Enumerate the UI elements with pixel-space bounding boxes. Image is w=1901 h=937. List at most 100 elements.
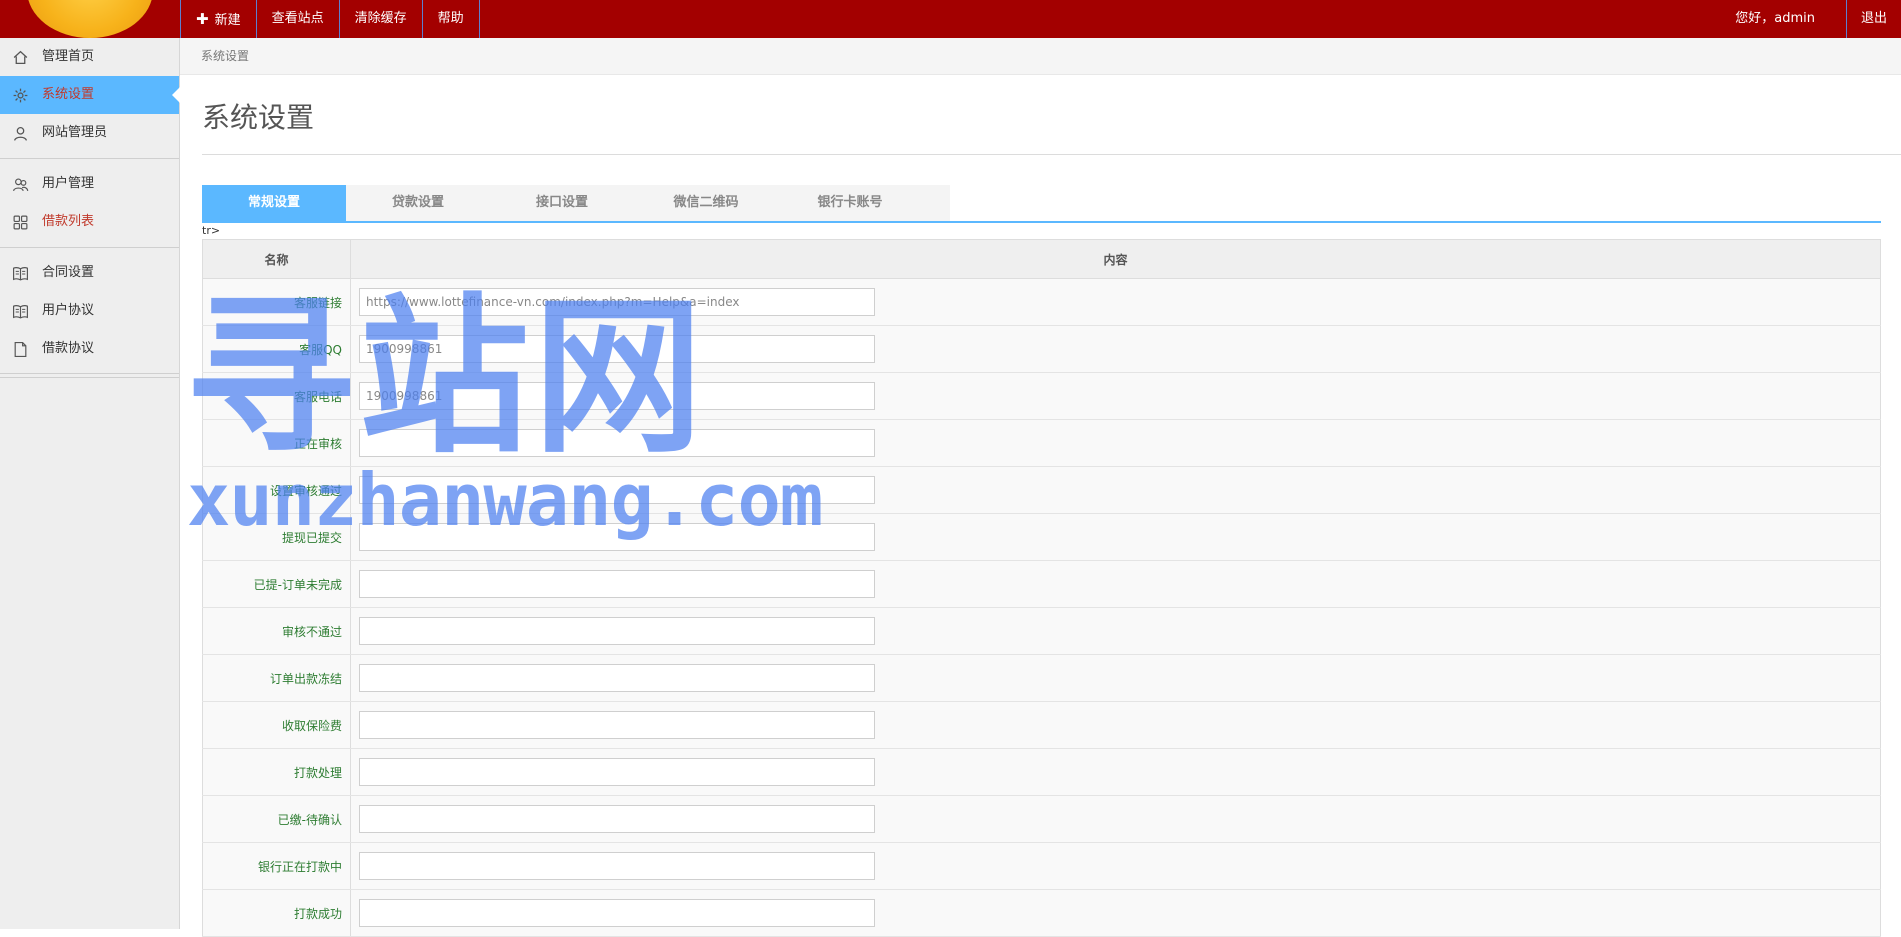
plus-icon: ✚ [196, 10, 209, 28]
sidebar-item-site-admins[interactable]: 网站管理员 [0, 114, 179, 152]
table-row: 打款处理 [202, 748, 1881, 796]
sidebar-group-users: 用户管理 借款列表 [0, 159, 179, 248]
setting-input[interactable] [359, 711, 875, 739]
row-label: 审核不通过 [202, 607, 351, 655]
new-button-label: 新建 [214, 13, 241, 28]
table-row: 已缴-待确认 [202, 795, 1881, 843]
logo [0, 0, 180, 38]
clear-cache-button[interactable]: 清除缓存 [340, 0, 423, 38]
sidebar-item-home[interactable]: 管理首页 [0, 38, 179, 76]
sidebar-group-contracts: 合同设置 用户协议 借款协议 [0, 248, 179, 374]
table-header-row: 名称 内容 [202, 239, 1881, 279]
row-value-cell [350, 372, 1881, 420]
settings-table: 名称 内容 客服链接客服QQ客服电话正在审核设置审核通过提现已提交已提-订单未完… [202, 239, 1881, 937]
logo-sun [27, 0, 153, 38]
book-icon [12, 265, 29, 282]
new-button[interactable]: ✚ 新建 [181, 0, 257, 38]
user-greeting: 您好，admin [1735, 11, 1815, 26]
column-header-content: 内容 [350, 239, 1881, 279]
setting-input[interactable] [359, 758, 875, 786]
table-row: 提现已提交 [202, 513, 1881, 561]
page-title: 系统设置 [202, 101, 315, 134]
sidebar-divider [0, 374, 179, 378]
sidebar-item-label: 借款列表 [42, 214, 95, 229]
table-row: 打款成功 [202, 889, 1881, 937]
row-label: 已缴-待确认 [202, 795, 351, 843]
row-value-cell [350, 795, 1881, 843]
sidebar-item-label: 合同设置 [42, 265, 95, 280]
sidebar-item-contract-settings[interactable]: 合同设置 [0, 254, 179, 292]
setting-input[interactable] [359, 382, 875, 410]
setting-input[interactable] [359, 617, 875, 645]
sidebar-item-label: 系统设置 [42, 87, 95, 102]
setting-input[interactable] [359, 429, 875, 457]
table-row: 收取保险费 [202, 701, 1881, 749]
help-label: 帮助 [437, 11, 464, 26]
row-value-cell [350, 701, 1881, 749]
view-site-label: 查看站点 [271, 11, 324, 26]
setting-input[interactable] [359, 852, 875, 880]
setting-input[interactable] [359, 476, 875, 504]
sidebar-item-user-agreement[interactable]: 用户协议 [0, 292, 179, 330]
sidebar-item-label: 用户协议 [42, 303, 95, 318]
setting-input[interactable] [359, 899, 875, 927]
sidebar-item-user-management[interactable]: 用户管理 [0, 165, 179, 203]
row-value-cell [350, 748, 1881, 796]
row-label: 打款处理 [202, 748, 351, 796]
table-row: 订单出款冻结 [202, 654, 1881, 702]
table-row: 客服电话 [202, 372, 1881, 420]
tab-strip: 常规设置 贷款设置 接口设置 微信二维码 银行卡账号 [202, 185, 950, 221]
row-value-cell [350, 419, 1881, 467]
row-label: 提现已提交 [202, 513, 351, 561]
gear-icon [12, 87, 29, 104]
top-bar: ✚ 新建 查看站点 清除缓存 帮助 您好，admin 退出 [0, 0, 1901, 38]
row-value-cell [350, 278, 1881, 326]
help-button[interactable]: 帮助 [423, 0, 480, 38]
tab-general-settings[interactable]: 常规设置 [202, 185, 346, 221]
setting-input[interactable] [359, 570, 875, 598]
row-label: 正在审核 [202, 419, 351, 467]
table-row: 设置审核通过 [202, 466, 1881, 514]
table-row: 审核不通过 [202, 607, 1881, 655]
grid-icon [12, 214, 29, 231]
stray-text: tr> [202, 224, 221, 237]
settings-table-wrap: 名称 内容 客服链接客服QQ客服电话正在审核设置审核通过提现已提交已提-订单未完… [202, 239, 1881, 937]
row-value-cell [350, 466, 1881, 514]
sidebar-item-label: 借款协议 [42, 341, 95, 356]
setting-input[interactable] [359, 288, 875, 316]
row-value-cell [350, 607, 1881, 655]
document-icon [12, 341, 29, 358]
setting-input[interactable] [359, 805, 875, 833]
row-value-cell [350, 560, 1881, 608]
row-label: 已提-订单未完成 [202, 560, 351, 608]
setting-input[interactable] [359, 664, 875, 692]
sidebar-item-label: 网站管理员 [42, 125, 108, 140]
table-row: 正在审核 [202, 419, 1881, 467]
column-header-name: 名称 [202, 239, 351, 279]
sidebar-group-system: 管理首页 系统设置 网站管理员 [0, 38, 180, 159]
sidebar-item-system-settings[interactable]: 系统设置 [0, 76, 180, 114]
row-label: 银行正在打款中 [202, 842, 351, 890]
tab-api-settings[interactable]: 接口设置 [490, 185, 634, 221]
table-row: 银行正在打款中 [202, 842, 1881, 890]
row-label: 收取保险费 [202, 701, 351, 749]
main-content: 系统设置 系统设置 常规设置 贷款设置 接口设置 微信二维码 银行卡账号 tr>… [180, 38, 1901, 937]
title-divider [202, 154, 1901, 155]
row-value-cell [350, 842, 1881, 890]
tab-loan-settings[interactable]: 贷款设置 [346, 185, 490, 221]
view-site-button[interactable]: 查看站点 [257, 0, 340, 38]
breadcrumb: 系统设置 [180, 38, 1901, 75]
sidebar-item-loan-agreement[interactable]: 借款协议 [0, 330, 179, 368]
book-icon [12, 303, 29, 320]
user-icon [12, 125, 29, 142]
tab-bank-account[interactable]: 银行卡账号 [778, 185, 922, 221]
row-label: 客服链接 [202, 278, 351, 326]
tab-wechat-qrcode[interactable]: 微信二维码 [634, 185, 778, 221]
setting-input[interactable] [359, 523, 875, 551]
sidebar-item-loan-list[interactable]: 借款列表 [0, 203, 179, 241]
row-label: 设置审核通过 [202, 466, 351, 514]
logout-button[interactable]: 退出 [1846, 0, 1901, 38]
settings-rows: 客服链接客服QQ客服电话正在审核设置审核通过提现已提交已提-订单未完成审核不通过… [202, 278, 1881, 937]
row-label: 打款成功 [202, 889, 351, 937]
setting-input[interactable] [359, 335, 875, 363]
